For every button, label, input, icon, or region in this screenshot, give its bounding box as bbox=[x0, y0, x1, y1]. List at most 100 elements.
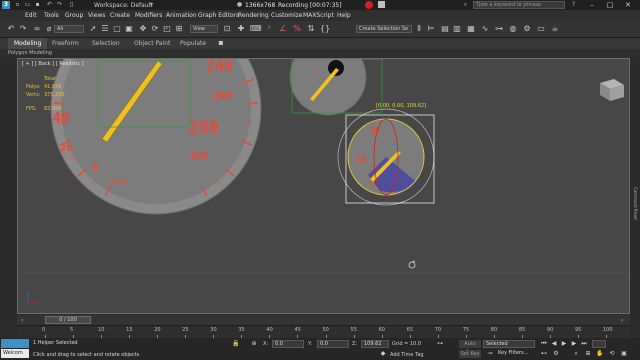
command-panel-collapsed[interactable]: Command Panel bbox=[631, 57, 640, 315]
previous-frame-button-icon[interactable]: ◀ bbox=[550, 340, 558, 348]
rendered-frame-window-icon[interactable]: ▭ bbox=[536, 24, 546, 34]
maxscript-mini-listener[interactable]: Welcom bbox=[1, 349, 29, 358]
app-logo-icon[interactable]: 3 bbox=[2, 1, 10, 9]
stop-recording-button[interactable] bbox=[378, 1, 385, 8]
pan-icon[interactable]: ✋ bbox=[596, 350, 604, 358]
x-coordinate-field[interactable]: 0.0 bbox=[272, 340, 304, 348]
open-file-icon[interactable]: ▭ bbox=[24, 1, 31, 8]
add-time-tag-button[interactable]: Add Time Tag bbox=[390, 352, 424, 358]
edit-named-selection-icon[interactable]: {} bbox=[320, 24, 330, 34]
menu-group[interactable]: Group bbox=[65, 12, 83, 19]
polygon-modeling-panel[interactable]: Polygon Modeling bbox=[8, 50, 52, 56]
viewport-label[interactable]: [ + ] [ Back ] [ Realistic ] bbox=[22, 61, 84, 67]
percent-snap-icon[interactable]: % bbox=[292, 24, 302, 34]
play-icon[interactable]: ▶ bbox=[560, 340, 568, 348]
time-config-icon[interactable]: ⚙ bbox=[552, 350, 560, 358]
new-file-icon[interactable]: ▫ bbox=[14, 1, 21, 8]
project-folder-icon[interactable]: ▯ bbox=[68, 1, 75, 8]
redo-icon[interactable]: ↷ bbox=[56, 1, 63, 8]
perspective-viewport[interactable]: 240 260 280 300 40 20 0 koneds 2 4 16 12… bbox=[17, 58, 630, 314]
tab-modeling[interactable]: Modeling bbox=[8, 38, 48, 49]
select-move-icon[interactable]: ✥ bbox=[138, 24, 148, 34]
angle-snap-icon[interactable]: ∠ bbox=[278, 24, 288, 34]
selection-filter-dropdown[interactable]: All bbox=[54, 25, 84, 33]
set-key-icon[interactable]: ⊶ bbox=[436, 340, 444, 348]
set-key-button[interactable]: Set Key bbox=[459, 350, 481, 358]
select-manipulate-icon[interactable]: ✚ bbox=[236, 24, 246, 34]
auto-key-button[interactable]: Auto Key bbox=[459, 340, 481, 355]
undo-icon[interactable]: ↶ bbox=[46, 1, 53, 8]
layer-explorer-icon[interactable]: ▥ bbox=[452, 24, 462, 34]
orbit-icon[interactable]: ⟲ bbox=[608, 350, 616, 358]
zoom-all-icon[interactable]: ⊞ bbox=[584, 350, 592, 358]
save-file-icon[interactable]: ▪ bbox=[34, 1, 41, 8]
menu-create[interactable]: Create bbox=[110, 12, 130, 19]
align-icon[interactable]: ⊨ bbox=[426, 24, 436, 34]
menu-customize[interactable]: Customize bbox=[271, 12, 303, 19]
select-scale-icon[interactable]: ◰ bbox=[162, 24, 172, 34]
menu-maxscript[interactable]: MAXScript bbox=[303, 12, 334, 19]
current-frame-field[interactable] bbox=[592, 340, 606, 348]
named-selection-set-dropdown[interactable]: Create Selection Se bbox=[356, 25, 412, 33]
spinner-snap-icon[interactable]: ⇅ bbox=[306, 24, 316, 34]
window-crossing-icon[interactable]: ▣ bbox=[124, 24, 134, 34]
key-filters-button[interactable]: Key Filters... bbox=[498, 350, 528, 356]
graphite-toolset-icon[interactable]: ▦ bbox=[466, 24, 476, 34]
menu-edit[interactable]: Edit bbox=[25, 12, 37, 19]
pivot-center-icon[interactable]: ⊡ bbox=[222, 24, 232, 34]
add-time-tag-icon[interactable]: ◆ bbox=[379, 350, 387, 358]
mirror-icon[interactable]: ⫴ bbox=[414, 24, 424, 34]
maxscript-listener-icon[interactable] bbox=[1, 339, 29, 348]
menu-modifiers[interactable]: Modifiers bbox=[135, 12, 162, 19]
snaps-toggle-icon[interactable]: ³ bbox=[264, 24, 274, 34]
tab-freeform[interactable]: Freeform bbox=[52, 40, 79, 47]
maximize-button[interactable]: □ bbox=[601, 0, 619, 10]
lock-selection-icon[interactable]: 🔒 bbox=[232, 340, 240, 348]
go-to-start-icon[interactable]: ⏮ bbox=[540, 340, 548, 348]
z-coordinate-field[interactable]: 109.62 bbox=[361, 340, 389, 348]
menu-views[interactable]: Views bbox=[88, 12, 105, 19]
placement-icon[interactable]: ⊞ bbox=[174, 24, 184, 34]
render-setup-icon[interactable]: ⚙ bbox=[522, 24, 532, 34]
keyboard-shortcut-icon[interactable]: ⌨ bbox=[250, 24, 262, 34]
time-slider-thumb[interactable]: 0 / 100 bbox=[45, 316, 91, 324]
schematic-view-icon[interactable]: ⊶ bbox=[494, 24, 504, 34]
render-icon[interactable]: ☕ bbox=[550, 24, 560, 34]
record-button[interactable] bbox=[365, 1, 373, 9]
trackbar[interactable]: 0 5 10 15 20 25 30 35 40 45 50 55 60 65 70 75 80 85 90 95 10… bbox=[17, 325, 630, 338]
tab-selection[interactable]: Selection bbox=[92, 40, 120, 47]
menu-animation[interactable]: Animation bbox=[166, 12, 197, 19]
menu-rendering[interactable]: Rendering bbox=[238, 12, 269, 19]
key-selection-dropdown[interactable]: Selected bbox=[483, 340, 535, 348]
workspace-dropdown-icon[interactable]: ▾ bbox=[148, 1, 155, 8]
redo-icon[interactable]: ↷ bbox=[18, 24, 28, 34]
select-by-name-icon[interactable]: ☰ bbox=[100, 24, 110, 34]
y-coordinate-field[interactable]: 0.0 bbox=[317, 340, 349, 348]
tab-object-paint[interactable]: Object Paint bbox=[134, 40, 170, 47]
tab-populate[interactable]: Populate bbox=[180, 40, 206, 47]
unlink-icon[interactable]: ⌀ bbox=[44, 24, 54, 34]
next-frame-icon[interactable]: › bbox=[621, 317, 623, 324]
go-to-end-icon[interactable]: ⏭ bbox=[580, 340, 588, 348]
menu-tools[interactable]: Tools bbox=[44, 12, 59, 19]
time-slider-track[interactable]: 0 / 100 ‹ › bbox=[17, 315, 630, 325]
previous-frame-icon[interactable]: ‹ bbox=[21, 317, 23, 324]
key-mode-icon[interactable]: ⊸ bbox=[486, 350, 494, 358]
minimize-button[interactable]: – bbox=[583, 0, 601, 10]
curve-editor-icon[interactable]: ∿ bbox=[480, 24, 490, 34]
key-mode-toggle-icon[interactable]: ⊷ bbox=[540, 350, 548, 358]
help-icon[interactable]: ? bbox=[570, 1, 577, 8]
absolute-mode-icon[interactable]: ⊕ bbox=[250, 340, 258, 348]
ribbon-options-icon[interactable]: ▪ bbox=[216, 38, 226, 48]
next-frame-button-icon[interactable]: ▶ bbox=[570, 340, 578, 348]
link-icon[interactable]: ∞ bbox=[32, 24, 42, 34]
menu-help[interactable]: Help bbox=[337, 12, 351, 19]
menu-graph-editors[interactable]: Graph Editors bbox=[198, 12, 239, 19]
reference-coordinate-dropdown[interactable]: View bbox=[190, 25, 218, 33]
material-editor-icon[interactable]: ◍ bbox=[508, 24, 518, 34]
workspace-selector[interactable]: Workspace: Default bbox=[94, 2, 153, 9]
scene-explorer-icon[interactable]: ▤ bbox=[440, 24, 450, 34]
select-object-icon[interactable]: ➚ bbox=[88, 24, 98, 34]
maximize-viewport-icon[interactable]: ▣ bbox=[620, 350, 628, 358]
zoom-icon[interactable]: ⌕ bbox=[572, 350, 580, 358]
